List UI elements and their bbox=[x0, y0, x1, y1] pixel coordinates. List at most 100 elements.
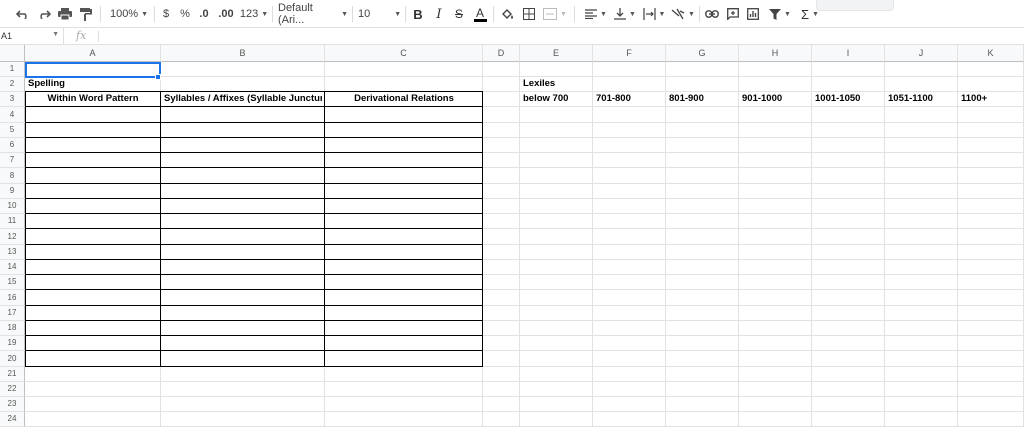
merge-cells-icon[interactable]: ▼ bbox=[542, 3, 568, 25]
row-header-24[interactable]: 24 bbox=[0, 412, 25, 427]
chevron-down-icon: ▼ bbox=[341, 10, 348, 18]
row-header-8[interactable]: 8 bbox=[0, 168, 25, 184]
decrease-decimal-button[interactable]: .0 bbox=[196, 3, 212, 25]
align-vertical-icon[interactable]: ▼ bbox=[612, 3, 638, 25]
increase-decimal-button[interactable]: .00 bbox=[216, 3, 236, 25]
cell-h3[interactable]: 901-1000 bbox=[742, 92, 809, 107]
filter-icon[interactable]: ▼ bbox=[767, 3, 793, 25]
borders-icon[interactable] bbox=[521, 3, 537, 25]
row-header-11[interactable]: 11 bbox=[0, 214, 25, 229]
table-border-row bbox=[25, 320, 483, 321]
chevron-down-icon: ▼ bbox=[141, 10, 149, 18]
cell-k3[interactable]: 1100+ bbox=[961, 92, 1021, 107]
currency-label: $ bbox=[162, 8, 170, 20]
row-header-6[interactable]: 6 bbox=[0, 138, 25, 153]
row-header-21[interactable]: 21 bbox=[0, 367, 25, 382]
column-header-i[interactable]: I bbox=[812, 45, 885, 62]
text-color-label: A bbox=[475, 5, 484, 20]
table-border-row bbox=[25, 213, 483, 214]
column-header-d[interactable]: D bbox=[483, 45, 520, 62]
row-header-15[interactable]: 15 bbox=[0, 275, 25, 290]
bold-button[interactable]: B bbox=[410, 3, 426, 25]
column-header-a[interactable]: A bbox=[25, 45, 161, 62]
text-color-button[interactable]: A bbox=[472, 3, 488, 25]
column-header-e[interactable]: E bbox=[520, 45, 593, 62]
row-header-5[interactable]: 5 bbox=[0, 123, 25, 138]
select-all-corner[interactable] bbox=[0, 45, 25, 62]
row-header-1[interactable]: 1 bbox=[0, 62, 25, 77]
row-header-7[interactable]: 7 bbox=[0, 153, 25, 168]
fill-color-icon[interactable] bbox=[500, 3, 516, 25]
text-rotation-icon[interactable]: ▼ bbox=[670, 3, 696, 25]
gridline-horizontal bbox=[25, 411, 1024, 412]
row-header-2[interactable]: 2 bbox=[0, 77, 25, 92]
font-size-select[interactable]: 10 ▼ bbox=[358, 3, 402, 25]
table-border-row bbox=[25, 228, 483, 229]
column-header-f[interactable]: F bbox=[593, 45, 666, 62]
insert-chart-icon[interactable] bbox=[745, 3, 761, 25]
cell-e2[interactable]: Lexiles bbox=[523, 77, 590, 92]
row-header-19[interactable]: 19 bbox=[0, 336, 25, 351]
chevron-down-icon: ▼ bbox=[261, 10, 269, 18]
table-border-row bbox=[25, 137, 483, 138]
row-header-12[interactable]: 12 bbox=[0, 229, 25, 245]
column-header-j[interactable]: J bbox=[885, 45, 958, 62]
cell-g3[interactable]: 801-900 bbox=[669, 92, 736, 107]
row-header-17[interactable]: 17 bbox=[0, 306, 25, 321]
chevron-down-icon: ▼ bbox=[812, 10, 819, 18]
row-header-20[interactable]: 20 bbox=[0, 351, 25, 367]
row-header-9[interactable]: 9 bbox=[0, 184, 25, 199]
cell-a3[interactable]: Within Word Pattern bbox=[28, 92, 158, 107]
undo-icon[interactable] bbox=[14, 3, 32, 25]
row-header-22[interactable]: 22 bbox=[0, 382, 25, 397]
name-box-value: A1 bbox=[1, 31, 13, 41]
print-icon[interactable] bbox=[56, 3, 74, 25]
insert-comment-icon[interactable] bbox=[725, 3, 741, 25]
fill-handle[interactable] bbox=[155, 74, 161, 80]
text-wrap-icon[interactable]: ▼ bbox=[641, 3, 667, 25]
row-header-14[interactable]: 14 bbox=[0, 260, 25, 275]
cell-i3[interactable]: 1001-1050 bbox=[815, 92, 882, 107]
decrease-decimal-label: .0 bbox=[199, 8, 209, 20]
name-box[interactable]: A1 ▼ bbox=[0, 28, 64, 44]
cell-c3[interactable]: Derivational Relations bbox=[328, 92, 480, 107]
table-border-row bbox=[25, 183, 483, 184]
insert-link-icon[interactable] bbox=[704, 3, 720, 25]
cell-b3[interactable]: Syllables / Affixes (Syllable Juncture) bbox=[164, 92, 322, 107]
zoom-select[interactable]: 100% ▼ bbox=[106, 3, 152, 25]
formula-input[interactable] bbox=[102, 28, 1022, 44]
row-header-18[interactable]: 18 bbox=[0, 321, 25, 336]
row-header-10[interactable]: 10 bbox=[0, 199, 25, 214]
font-family-select[interactable]: Default (Ari... ▼ bbox=[278, 2, 348, 26]
paint-format-icon[interactable] bbox=[77, 3, 95, 25]
strikethrough-button[interactable]: S bbox=[451, 3, 467, 25]
font-size-label: 10 bbox=[358, 8, 371, 20]
gridline-horizontal bbox=[25, 396, 1024, 397]
table-border-row bbox=[25, 259, 483, 260]
row-header-3[interactable]: 3 bbox=[0, 92, 25, 107]
row-header-16[interactable]: 16 bbox=[0, 290, 25, 306]
row-header-13[interactable]: 13 bbox=[0, 245, 25, 260]
column-header-h[interactable]: H bbox=[739, 45, 812, 62]
column-header-g[interactable]: G bbox=[666, 45, 739, 62]
redo-icon[interactable] bbox=[35, 3, 53, 25]
cell-e3[interactable]: below 700 bbox=[523, 92, 590, 107]
cell-j3[interactable]: 1051-1100 bbox=[888, 92, 955, 107]
cell-a2[interactable]: Spelling bbox=[28, 77, 158, 92]
align-horizontal-icon[interactable]: ▼ bbox=[583, 3, 609, 25]
chevron-down-icon: ▼ bbox=[629, 10, 636, 18]
table-border-column bbox=[324, 91, 325, 367]
row-header-23[interactable]: 23 bbox=[0, 397, 25, 412]
cell-f3[interactable]: 701-800 bbox=[596, 92, 663, 107]
formula-bar: A1 ▼ fx bbox=[0, 28, 1024, 45]
row-header-4[interactable]: 4 bbox=[0, 107, 25, 123]
currency-button[interactable]: $ bbox=[159, 3, 173, 25]
italic-button[interactable]: I bbox=[431, 3, 447, 25]
active-cell-selection bbox=[25, 62, 161, 78]
number-format-select[interactable]: 123 ▼ bbox=[239, 3, 269, 25]
percent-button[interactable]: % bbox=[178, 3, 192, 25]
gridline-horizontal bbox=[25, 381, 1024, 382]
column-header-b[interactable]: B bbox=[161, 45, 325, 62]
column-header-k[interactable]: K bbox=[958, 45, 1024, 62]
column-header-c[interactable]: C bbox=[325, 45, 483, 62]
